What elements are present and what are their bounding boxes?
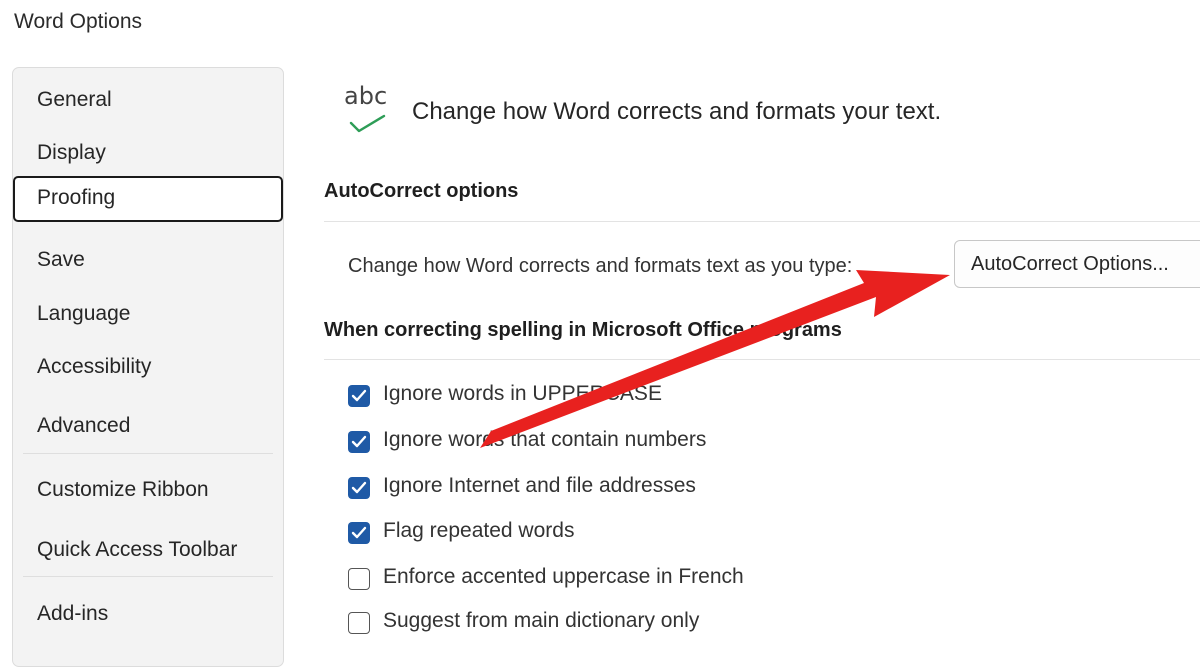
option-label: Flag repeated words [383,519,575,542]
checkbox[interactable] [348,385,370,407]
sidebar-item-add-ins[interactable]: Add-ins [13,592,283,638]
sidebar-item-label: Add-ins [37,602,109,625]
sidebar-item-label: Quick Access Toolbar [37,538,238,561]
window-title: Word Options [14,10,142,33]
sidebar-item-customize-ribbon[interactable]: Customize Ribbon [13,468,283,514]
autocorrect-options-button-label: AutoCorrect Options... [971,253,1169,275]
autocorrect-section-title: AutoCorrect options [324,180,519,202]
checkmark-icon [351,481,367,494]
checkmark-icon [351,435,367,448]
sidebar-item-label: Proofing [37,186,116,209]
option-label: Ignore words in UPPERCASE [383,382,662,405]
sidebar-item-save[interactable]: Save [13,238,283,284]
option-label: Enforce accented uppercase in French [383,565,744,588]
sidebar-item-quick-access-toolbar[interactable]: Quick Access Toolbar [13,528,283,574]
sidebar-item-label: Save [37,248,85,271]
checkbox[interactable] [348,612,370,634]
sidebar-item-language[interactable]: Language [13,292,283,338]
option-label: Ignore Internet and file addresses [383,474,696,497]
spelling-section-title: When correcting spelling in Microsoft Of… [324,319,842,341]
section-divider [324,221,1200,222]
section-divider [324,359,1200,360]
options-sidebar: General Display Proofing Save Language A… [12,67,284,667]
sidebar-divider [23,576,273,577]
page-header-text: Change how Word corrects and formats you… [412,98,942,125]
option-label: Suggest from main dictionary only [383,609,700,632]
option-label: Ignore words that contain numbers [383,428,707,451]
autocorrect-options-button[interactable]: AutoCorrect Options... [954,240,1200,288]
sidebar-item-advanced[interactable]: Advanced [13,404,283,450]
checkbox[interactable] [348,431,370,453]
sidebar-item-label: Accessibility [37,355,152,378]
checkmark-icon [351,526,367,539]
autocorrect-description: Change how Word corrects and formats tex… [348,255,853,277]
sidebar-item-label: Advanced [37,414,131,437]
sidebar-item-label: Display [37,141,106,164]
sidebar-item-label: General [37,88,112,111]
sidebar-divider [23,453,273,454]
checkbox[interactable] [348,568,370,590]
checkbox[interactable] [348,522,370,544]
checkmark-icon [349,114,386,133]
checkbox[interactable] [348,477,370,499]
sidebar-item-display[interactable]: Display [13,131,283,177]
header-icon-text: abc [344,82,388,110]
proofing-abc-check-icon: abc [344,82,394,140]
sidebar-item-proofing[interactable]: Proofing [13,176,283,222]
sidebar-item-accessibility[interactable]: Accessibility [13,345,283,391]
sidebar-item-general[interactable]: General [13,78,283,124]
checkmark-icon [351,389,367,402]
sidebar-item-label: Language [37,302,131,325]
sidebar-item-label: Customize Ribbon [37,478,209,501]
